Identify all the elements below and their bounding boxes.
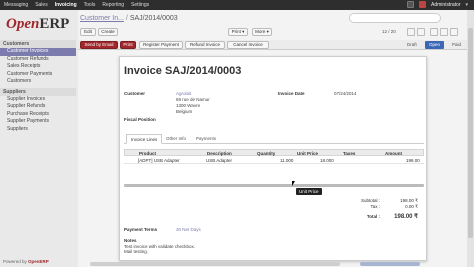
vertical-scrollbar[interactable] bbox=[467, 10, 474, 267]
chat-icon[interactable] bbox=[407, 1, 415, 8]
col-description[interactable]: Description bbox=[207, 151, 232, 156]
send-message-button[interactable] bbox=[360, 262, 420, 266]
register-payment-button[interactable]: Register Payment bbox=[139, 41, 183, 49]
sidebar-header-suppliers: Suppliers bbox=[0, 87, 76, 96]
tab-payments[interactable]: Payments bbox=[192, 134, 220, 144]
pager: 12 / 20 bbox=[382, 29, 396, 34]
user-menu[interactable]: Administrator bbox=[431, 2, 460, 8]
top-nav: Messaging Sales Invoicing Tools Reportin… bbox=[4, 2, 149, 8]
prev-record-icon[interactable] bbox=[407, 28, 415, 36]
sidebar-header-customers: Customers bbox=[0, 40, 76, 48]
table-header: Product Description Quantity Unit Price … bbox=[124, 149, 424, 156]
horizontal-scrollbar[interactable] bbox=[124, 184, 424, 187]
calendar-view-icon[interactable] bbox=[450, 28, 458, 36]
cancel-invoice-button[interactable]: Cancel Invoice bbox=[227, 41, 269, 49]
payment-terms-value[interactable]: 30 Net Days bbox=[176, 227, 201, 232]
invoice-sheet: Invoice SAJ/2014/0003 Customer Agrolait … bbox=[119, 56, 427, 261]
tax-label: Tax : bbox=[370, 204, 380, 209]
address-line-3: Belgium bbox=[176, 109, 193, 114]
address-line-1: 69 rue de Namur bbox=[176, 97, 210, 102]
workflow-bar: Send by Email Print Register Payment Ref… bbox=[78, 40, 472, 50]
invoice-date-label: Invoice Date bbox=[278, 91, 305, 96]
print-dropdown[interactable]: Print ▾ bbox=[228, 28, 248, 36]
tab-invoice-lines[interactable]: Invoice Lines bbox=[126, 134, 163, 144]
nav-settings[interactable]: Settings bbox=[131, 2, 149, 8]
breadcrumb-parent[interactable]: Customer In... bbox=[80, 15, 124, 22]
sidebar: Customers Customer Invoices Customer Ref… bbox=[0, 38, 76, 258]
nav-messaging[interactable]: Messaging bbox=[4, 2, 28, 8]
message-composer[interactable] bbox=[90, 262, 340, 266]
sidebar-item-customer-payments[interactable]: Customer Payments bbox=[0, 71, 76, 79]
col-amount[interactable]: Amount bbox=[385, 151, 402, 156]
fiscal-position-label: Fiscal Position bbox=[124, 117, 156, 122]
form-view-icon[interactable] bbox=[440, 28, 448, 36]
cell-product: [ADPT] USB Adapter bbox=[138, 158, 180, 163]
tab-other-info[interactable]: Other Info bbox=[162, 134, 190, 144]
sidebar-item-supplier-payments[interactable]: Supplier Payments bbox=[0, 118, 76, 126]
status-draft[interactable]: Draft bbox=[403, 41, 421, 49]
nav-sales[interactable]: Sales bbox=[35, 2, 48, 8]
nav-reporting[interactable]: Reporting bbox=[102, 2, 124, 8]
action-bar: Edit Create Print ▾ More ▾ 12 / 20 bbox=[80, 28, 474, 39]
tooltip: Unit Price bbox=[296, 188, 322, 195]
customer-link[interactable]: Agrolait bbox=[176, 91, 191, 96]
list-view-icon[interactable] bbox=[430, 28, 438, 36]
cell-amount: 198.00 bbox=[406, 158, 420, 163]
payment-terms-label: Payment Terms bbox=[124, 227, 158, 232]
notes-label: Notes bbox=[124, 238, 137, 243]
address-line-2: 1300 Wavre bbox=[176, 103, 201, 108]
nav-tools[interactable]: Tools bbox=[84, 2, 96, 8]
sidebar-item-customer-refunds[interactable]: Customer Refunds bbox=[0, 56, 76, 64]
sidebar-item-customer-invoices[interactable]: Customer Invoices bbox=[0, 48, 76, 56]
more-dropdown[interactable]: More ▾ bbox=[252, 28, 272, 36]
create-button[interactable]: Create bbox=[98, 28, 118, 36]
openerp-logo[interactable]: OpenERP bbox=[6, 16, 69, 33]
customer-label: Customer bbox=[124, 91, 146, 96]
nav-invoicing[interactable]: Invoicing bbox=[55, 2, 77, 8]
main-content: Customer In... / SAJ/2014/0003 Edit Crea… bbox=[78, 10, 474, 267]
scrollbar-thumb[interactable] bbox=[468, 28, 473, 238]
refund-invoice-button[interactable]: Refund Invoice bbox=[185, 41, 225, 49]
next-record-icon[interactable] bbox=[417, 28, 425, 36]
col-taxes[interactable]: Taxes bbox=[343, 151, 355, 156]
status-open[interactable]: Open bbox=[425, 41, 445, 49]
breadcrumb-current: SAJ/2014/0003 bbox=[129, 15, 178, 22]
search-input[interactable] bbox=[349, 13, 441, 23]
tax-value: 0.00 ₹ bbox=[405, 204, 418, 209]
top-menu-bar: Messaging Sales Invoicing Tools Reportin… bbox=[0, 0, 474, 10]
sidebar-item-supplier-refunds[interactable]: Supplier Refunds bbox=[0, 103, 76, 111]
invoice-date-value: 07/24/2014 bbox=[334, 91, 357, 96]
sidebar-item-purchase-receipts[interactable]: Purchase Receipts bbox=[0, 111, 76, 119]
status-paid[interactable]: Paid bbox=[448, 41, 465, 49]
table-row[interactable]: [ADPT] USB Adapter USB Adapter 11.000 18… bbox=[124, 157, 424, 164]
user-avatar[interactable] bbox=[419, 1, 427, 8]
powered-by[interactable]: Powered by OpenERP bbox=[3, 259, 49, 264]
subtotal-label: Subtotal : bbox=[360, 198, 380, 203]
notes-line-2: Mail testing. bbox=[124, 249, 149, 254]
send-by-email-button[interactable]: Send by Email bbox=[80, 41, 118, 49]
sidebar-item-supplier-invoices[interactable]: Supplier Invoices bbox=[0, 96, 76, 104]
col-quantity[interactable]: Quantity bbox=[257, 151, 275, 156]
sidebar-item-sales-receipts[interactable]: Sales Receipts bbox=[0, 63, 76, 71]
cell-quantity: 11.000 bbox=[280, 158, 294, 163]
cell-unit-price: 18.000 bbox=[320, 158, 334, 163]
cell-description: USB Adapter bbox=[206, 158, 233, 163]
edit-button[interactable]: Edit bbox=[80, 28, 96, 36]
invoice-title: Invoice SAJ/2014/0003 bbox=[124, 65, 242, 77]
sidebar-item-customers[interactable]: Customers bbox=[0, 78, 76, 86]
dropdown-icon[interactable]: ▾ bbox=[465, 2, 468, 8]
sidebar-item-suppliers[interactable]: Suppliers bbox=[0, 126, 76, 134]
breadcrumb: Customer In... / SAJ/2014/0003 bbox=[80, 15, 178, 22]
col-product[interactable]: Product bbox=[139, 151, 156, 156]
total-label: Total : bbox=[366, 214, 380, 219]
total-value: 198.00 ₹ bbox=[394, 214, 418, 220]
mouse-cursor-icon bbox=[292, 181, 295, 186]
col-unit-price[interactable]: Unit Price bbox=[297, 151, 318, 156]
tab-bar: Invoice Lines Other Info Payments bbox=[124, 134, 424, 144]
print-button[interactable]: Print bbox=[120, 41, 136, 49]
